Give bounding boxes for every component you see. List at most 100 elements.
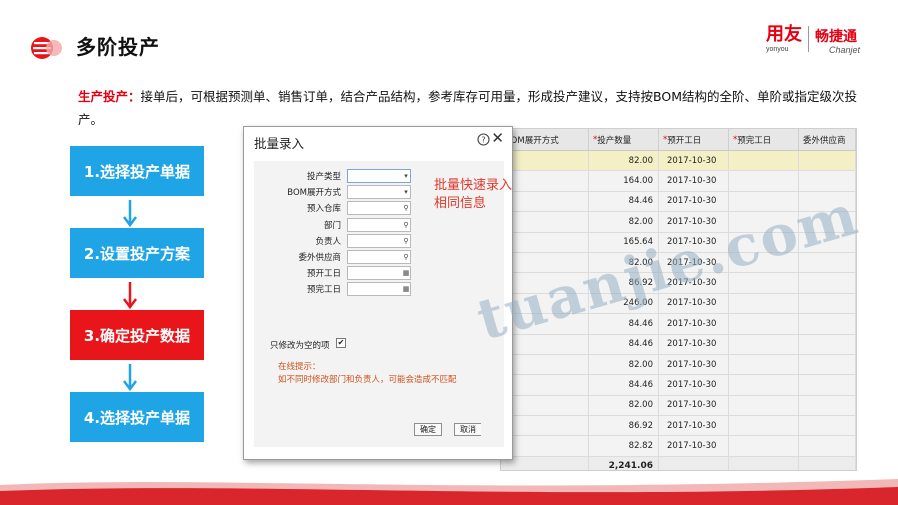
- finish-date-cell[interactable]: [729, 171, 799, 191]
- bom-mode-cell[interactable]: [501, 354, 589, 375]
- finish-date-cell[interactable]: [729, 151, 799, 171]
- start-date-cell[interactable]: 2017-10-30: [659, 314, 729, 334]
- bom-mode-cell[interactable]: [501, 171, 589, 191]
- calendar-icon[interactable]: ▦: [400, 282, 412, 296]
- quantity-cell[interactable]: 86.92: [589, 416, 659, 436]
- total-quantity: 2,241.06: [589, 456, 659, 470]
- bom-mode-cell[interactable]: [501, 151, 589, 171]
- chevron-down-icon[interactable]: ▾: [400, 185, 412, 199]
- bom-mode-cell[interactable]: [501, 232, 589, 252]
- quantity-cell[interactable]: 84.46: [589, 334, 659, 354]
- chanjet-logo-text: 畅捷通: [814, 29, 857, 45]
- table-row[interactable]: 84.46 2017-10-30: [501, 375, 856, 396]
- arrow-down-icon: [123, 282, 137, 310]
- search-icon[interactable]: ⚲: [400, 218, 412, 232]
- table-row[interactable]: 82.00 2017-10-30: [501, 354, 856, 376]
- only-empty-label: 只修改为空的项: [270, 341, 330, 351]
- finish-date-cell[interactable]: [729, 354, 799, 375]
- dialog-body: 投产类型 ▾ BOM展开方式 ▾ 预入仓库 ⚲ 部门 ⚲ 负责人 ⚲ 委外供应商 ⚲ 预开工日 ▦ 预完工日…: [254, 161, 512, 447]
- column-header-finish-date[interactable]: * 预完工日: [729, 129, 799, 150]
- brand-logo: 用友 yonyou 畅捷通 Chanjet: [765, 24, 860, 56]
- bom-mode-cell[interactable]: [501, 212, 589, 232]
- start-date-cell[interactable]: 2017-10-30: [659, 151, 729, 171]
- table-row[interactable]: 164.00 2017-10-30: [501, 171, 856, 192]
- start-date-cell[interactable]: 2017-10-30: [659, 375, 729, 395]
- start-date-cell[interactable]: 2017-10-30: [659, 191, 729, 212]
- column-header-quantity[interactable]: * 投产数量: [589, 129, 659, 150]
- column-header-start-date[interactable]: * 预开工日: [659, 129, 729, 150]
- form-row: 部门 ⚲: [254, 217, 504, 232]
- start-date-cell[interactable]: 2017-10-30: [659, 416, 729, 436]
- search-icon[interactable]: ⚲: [400, 234, 412, 248]
- finish-date-cell[interactable]: [729, 375, 799, 395]
- quantity-cell[interactable]: 82.00: [589, 151, 659, 171]
- online-tip: 在线提示： 如不同时修改部门和负责人，可能会造成不匹配: [278, 361, 457, 387]
- ok-button[interactable]: 确定: [414, 423, 442, 436]
- field-label: 投产类型: [306, 172, 341, 182]
- field-label: 预完工日: [306, 285, 341, 296]
- finish-date-cell[interactable]: [729, 395, 799, 416]
- table-row[interactable]: 82.82 2017-10-30: [501, 436, 856, 457]
- supplier-cell[interactable]: [799, 416, 856, 436]
- supplier-cell[interactable]: [799, 395, 856, 416]
- table-row[interactable]: 82.00 2017-10-30: [501, 151, 856, 172]
- finish-date-cell[interactable]: [729, 416, 799, 436]
- slide-title: 多阶投产: [76, 35, 160, 59]
- field-label: 预开工日: [306, 269, 341, 280]
- supplier-cell[interactable]: [799, 436, 856, 456]
- calendar-icon[interactable]: ▦: [400, 266, 412, 280]
- quantity-cell[interactable]: 84.46: [589, 375, 659, 395]
- supplier-cell[interactable]: [799, 354, 856, 375]
- finish-date-cell[interactable]: [729, 314, 799, 334]
- chevron-down-icon[interactable]: ▾: [400, 169, 412, 183]
- supplier-cell[interactable]: [799, 334, 856, 354]
- bom-mode-cell[interactable]: [501, 375, 589, 395]
- column-header-bom-mode[interactable]: BOM展开方式: [501, 129, 589, 150]
- bom-mode-cell[interactable]: [501, 416, 589, 436]
- start-date-cell[interactable]: 2017-10-30: [659, 395, 729, 416]
- bom-mode-cell[interactable]: [501, 191, 589, 212]
- step-2-box: 2.设置投产方案: [70, 228, 204, 278]
- supplier-cell[interactable]: [799, 273, 856, 293]
- tip-title: 在线提示：: [278, 362, 321, 372]
- finish-date-cell[interactable]: [729, 436, 799, 456]
- search-icon[interactable]: ⚲: [400, 250, 412, 264]
- table-row[interactable]: 84.46 2017-10-30: [501, 334, 856, 355]
- supplier-cell[interactable]: [799, 151, 856, 171]
- bom-mode-cell[interactable]: [501, 436, 589, 456]
- finish-date-cell[interactable]: [729, 293, 799, 314]
- field-label: 预入仓库: [306, 204, 341, 215]
- tip-text: 如不同时修改部门和负责人，可能会造成不匹配: [278, 375, 457, 385]
- bullet-logo-icon: [31, 37, 62, 59]
- start-date-cell[interactable]: 2017-10-30: [659, 436, 729, 456]
- quantity-cell[interactable]: 164.00: [589, 171, 659, 191]
- start-date-cell[interactable]: 2017-10-30: [659, 334, 729, 354]
- quantity-cell[interactable]: 82.00: [589, 395, 659, 416]
- start-date-cell[interactable]: 2017-10-30: [659, 354, 729, 375]
- search-icon[interactable]: ⚲: [400, 201, 412, 215]
- batch-entry-hint: 批量快速录入相同信息: [434, 178, 513, 211]
- help-icon[interactable]: ?: [477, 133, 490, 146]
- quantity-cell[interactable]: 82.82: [589, 436, 659, 456]
- supplier-cell[interactable]: [799, 375, 856, 395]
- table-row[interactable]: 82.00 2017-10-30: [501, 395, 856, 417]
- cancel-button[interactable]: 取消: [454, 423, 481, 436]
- column-header-supplier[interactable]: 委外供应商: [799, 129, 856, 150]
- quantity-cell[interactable]: 84.46: [589, 191, 659, 212]
- step-3-box: 3.确定投产数据: [70, 310, 204, 360]
- start-date-cell[interactable]: 2017-10-30: [659, 171, 729, 191]
- only-empty-checkbox[interactable]: ✔: [336, 338, 346, 348]
- step-1-box: 1.选择投产单据: [70, 146, 204, 196]
- table-row[interactable]: 86.92 2017-10-30: [501, 416, 856, 437]
- quantity-cell[interactable]: 82.00: [589, 354, 659, 375]
- field-label: 委外供应商: [298, 253, 341, 263]
- supplier-cell[interactable]: [799, 293, 856, 314]
- quantity-cell[interactable]: 82.00: [589, 212, 659, 232]
- supplier-cell[interactable]: [799, 314, 856, 334]
- close-icon[interactable]: ✕: [491, 130, 504, 146]
- bom-mode-cell[interactable]: [501, 395, 589, 416]
- finish-date-cell[interactable]: [729, 334, 799, 354]
- yonyou-logo-text: 用友: [765, 24, 802, 45]
- chanjet-logo-subtext: Chanjet: [828, 45, 860, 55]
- yonyou-logo-subtext: yonyou: [765, 46, 789, 53]
